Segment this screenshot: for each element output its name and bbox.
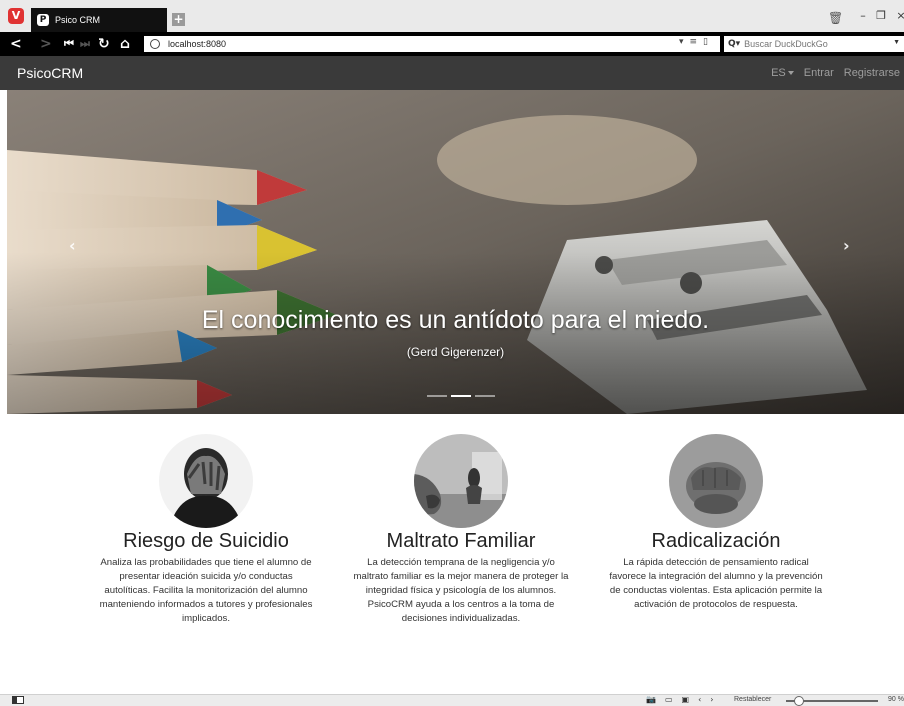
url-tools-icons[interactable]: ▾≡▯ [679,37,714,47]
feature-title: Riesgo de Suicidio [123,530,289,552]
zoom-level: 90 % [888,696,904,703]
home-icon[interactable]: ⌂ [120,36,130,52]
search-field[interactable]: Q▾ ▼ [724,36,904,52]
carousel-prev-icon[interactable]: ‹ [69,236,76,255]
address-toolbar: < > ⏮ ⏭ ↻ ⌂ localhost:8080 ▾≡▯ Q▾ ▼ [0,32,904,56]
login-link[interactable]: Entrar [804,67,834,79]
feature-title: Maltrato Familiar [386,530,536,552]
feature-title: Radicalización [651,530,781,552]
feature-description: Analiza las probabilidades que tiene el … [99,557,313,624]
restore-icon[interactable]: ❐ [874,9,888,22]
browser-tab[interactable]: P Psico CRM [31,8,167,32]
close-window-icon[interactable]: × [894,9,904,22]
app-navbar: PsicoCRM ES Entrar Registrarse [0,56,904,90]
new-tab-icon[interactable]: + [172,13,185,26]
tab-favicon-icon: P [37,14,49,26]
language-dropdown[interactable]: ES [771,67,794,79]
tab-title: Psico CRM [55,15,101,25]
reload-icon[interactable]: ↻ [98,36,110,52]
radicalization-image [669,434,763,528]
fast-forward-icon[interactable]: ⏭ [80,36,90,52]
caret-down-icon [787,71,794,76]
navbar-links: ES Entrar Registrarse [771,67,900,79]
feature-radicalization: Radicalización La rápida detección de pe… [604,434,828,612]
zoom-slider[interactable] [786,696,878,706]
search-input[interactable] [744,39,895,49]
carousel-indicator[interactable] [475,395,495,397]
url-field[interactable]: localhost:8080 ▾≡▯ [144,36,720,52]
carousel-indicator[interactable] [427,395,447,397]
url-text: localhost:8080 [168,39,227,49]
language-label: ES [771,67,786,79]
rewind-icon[interactable]: ⏮ [64,36,74,52]
suicide-risk-image [159,434,253,528]
browser-status-bar: 📷▭▣‹› Restablecer 90 % [0,694,904,706]
panel-toggle-icon[interactable] [12,696,24,704]
minimize-icon[interactable]: – [856,9,870,22]
carousel-shade [7,90,904,414]
back-icon[interactable]: < [10,36,22,52]
register-link[interactable]: Registrarse [844,67,900,79]
carousel-author: (Gerd Gigerenzer) [406,345,505,359]
carousel-indicators [427,395,495,397]
feature-family-abuse: Maltrato Familiar La detección temprana … [349,434,573,626]
brand-logo[interactable]: PsicoCRM [17,65,83,81]
trash-icon[interactable]: 🗑 [828,11,843,25]
forward-icon[interactable]: > [40,36,52,52]
carousel-caption: El conocimiento es un antídoto para el m… [7,306,904,359]
site-info-icon[interactable] [150,39,160,49]
feature-description: La detección temprana de la negligencia … [353,557,569,624]
carousel-next-icon[interactable]: › [843,236,850,255]
search-icon: Q▾ [728,39,741,49]
family-abuse-image [414,434,508,528]
browser-tab-bar: V P Psico CRM + 🗑 – ❐ × [0,0,904,32]
feature-description: La rápida detección de pensamiento radic… [609,557,823,610]
feature-suicide-risk: Riesgo de Suicidio Analiza las probabili… [94,434,318,626]
zoom-slider-knob[interactable] [794,696,805,706]
carousel-indicator-active[interactable] [451,395,471,397]
status-bar-icons[interactable]: 📷▭▣‹› [646,695,722,704]
zoom-reset-button[interactable]: Restablecer [734,696,771,703]
hero-carousel: ‹ › El conocimiento es un antídoto para … [7,90,904,414]
search-dropdown-icon[interactable]: ▼ [893,39,900,46]
vivaldi-menu-icon[interactable]: V [8,8,24,24]
carousel-quote: El conocimiento es un antídoto para el m… [201,306,710,334]
